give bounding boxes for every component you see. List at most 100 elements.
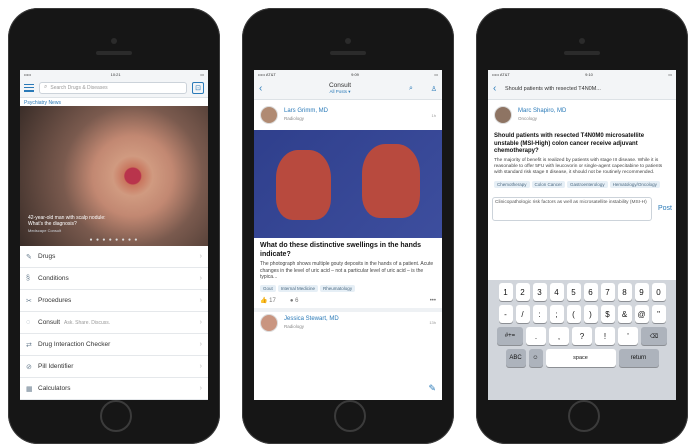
return-key[interactable]: return [618,349,659,367]
status-time: 10:21 [110,71,121,77]
key[interactable]: $ [600,305,615,323]
tag[interactable]: Gastroenterology [567,180,608,188]
page-title: Should patients with resected T4N0M... [505,85,601,92]
phone-2: ••••• AT&T 9:09 ▭ ‹ Consult All Posts ▾ … [242,8,454,444]
key[interactable]: . [526,327,546,345]
menu-item-procedures[interactable]: ✂ Procedures › [20,290,208,312]
symbols-key[interactable]: #+= [497,327,523,345]
search-input[interactable]: ⌕ Search Drugs & Diseases [39,81,187,94]
filter-dropdown[interactable]: All Posts ▾ [271,89,409,95]
key[interactable]: 2 [515,283,530,301]
news-label[interactable]: Psychiatry News [20,98,208,106]
avatar[interactable] [260,106,278,124]
status-bar: ••••• 10:21 ▭ [20,70,208,78]
post-button[interactable]: Post [658,205,672,212]
avatar[interactable] [494,106,512,124]
space-key[interactable]: space [545,349,616,367]
menu-label: Procedures [38,297,72,304]
key[interactable]: ) [583,305,598,323]
top-bar: ⌕ Search Drugs & Diseases ⊡ [20,78,208,98]
key[interactable]: ' [618,327,638,345]
key[interactable]: : [532,305,547,323]
key[interactable]: " [651,305,666,323]
speaker [564,51,600,55]
tag[interactable]: Chemotherapy [494,180,530,188]
key[interactable]: ( [566,305,581,323]
menu-label: Drug Interaction Checker [38,341,111,348]
emoji-key[interactable]: ☺ [528,349,543,367]
author-name[interactable]: Lars Grimm, MD [284,108,328,115]
post-image[interactable] [254,130,442,238]
back-icon[interactable]: ‹ [493,83,505,94]
back-icon[interactable]: ‹ [259,83,271,94]
key[interactable]: , [549,327,569,345]
key[interactable]: 6 [583,283,598,301]
like-button[interactable]: 👍 17 [260,297,276,304]
profile-icon[interactable]: ♙ [431,85,437,93]
battery-icon: ▭ [434,71,438,77]
menu-item-calculators[interactable]: ▦ Calculators › [20,378,208,400]
key[interactable]: @ [634,305,649,323]
carousel-dots[interactable]: ● ● ● ● ● ● ● ● [20,237,208,243]
key[interactable]: - [498,305,513,323]
tag[interactable]: Internal Medicine [277,284,319,292]
author-block: Lars Grimm, MD Radiology [284,108,328,122]
author-name[interactable]: Jessica Stewart, MD [284,316,339,323]
key[interactable]: 9 [634,283,649,301]
key[interactable]: 8 [617,283,632,301]
compose-icon[interactable]: ✎ [428,383,436,394]
tag[interactable]: Gout [260,284,276,292]
key[interactable]: ? [572,327,592,345]
key[interactable]: 4 [549,283,564,301]
menu-item-drugs[interactable]: ✎ Drugs › [20,246,208,268]
key[interactable]: 0 [651,283,666,301]
tag-list: Chemotherapy Colon Cancer Gastroenterolo… [488,179,676,190]
post-time: 1h [431,112,436,118]
key[interactable]: & [617,305,632,323]
hero-image[interactable]: 42-year-old man with scalp nodule: What'… [20,106,208,246]
tag-list: Gout Internal Medicine Rheumatology [254,283,442,294]
hero-source: Medscape Consult [28,227,62,233]
reply-input[interactable]: Clinicopathologic risk factors as well a… [492,196,652,221]
menu-item-drug-interaction-checker[interactable]: ⇄ Drug Interaction Checker › [20,334,208,356]
key[interactable]: 5 [566,283,581,301]
menu-item-pill-identifier[interactable]: ⊘ Pill Identifier › [20,356,208,378]
key[interactable]: 7 [600,283,615,301]
calculator-icon: ▦ [26,385,33,393]
home-button[interactable] [334,400,366,432]
search-icon[interactable]: ⌕ [409,85,413,93]
status-bar: ••••• AT&T 9:09 ▭ [254,70,442,78]
pill-identifier-icon: ⊘ [26,363,32,371]
post-body: The photograph shows multiple gouty depo… [260,261,434,280]
tag[interactable]: Rheumatology [320,284,356,292]
chevron-right-icon: › [199,297,202,304]
post-header: Lars Grimm, MD Radiology 1h [254,100,442,130]
key[interactable]: 1 [498,283,513,301]
key[interactable]: ! [595,327,615,345]
home-button[interactable] [568,400,600,432]
right-hand [362,144,420,218]
menu-item-consult[interactable]: ◌ Consult Ask. Share. Discuss. › [20,312,208,334]
chevron-right-icon: › [199,253,202,260]
delete-key[interactable]: ⌫ [641,327,667,345]
author-name[interactable]: Marc Shapiro, MD [518,108,566,115]
tag[interactable]: Colon Cancer [531,180,566,188]
avatar[interactable] [260,313,278,332]
key[interactable]: ; [549,305,564,323]
home-button[interactable] [100,400,132,432]
abc-key[interactable]: ABC [505,349,526,367]
post-actions: 👍 17 ● 6 ••• [254,294,442,312]
post-header-2: Jessica Stewart, MD Radiology 13h [254,312,442,334]
menu-item-conditions[interactable]: § Conditions › [20,268,208,290]
key[interactable]: 3 [532,283,547,301]
key[interactable]: / [515,305,530,323]
cart-icon[interactable]: ⊡ [192,81,204,94]
post-header: Marc Shapiro, MD Oncology [488,100,676,130]
post-content[interactable]: What do these distinctive swellings in t… [254,238,442,283]
menu-label: Consult [38,319,61,326]
menu-icon[interactable] [24,83,34,92]
tag[interactable]: Hematology/Oncology [609,180,660,188]
more-icon[interactable]: ••• [430,298,436,304]
comment-button[interactable]: ● 6 [290,298,299,304]
status-carrier: ••••• AT&T [258,71,276,77]
